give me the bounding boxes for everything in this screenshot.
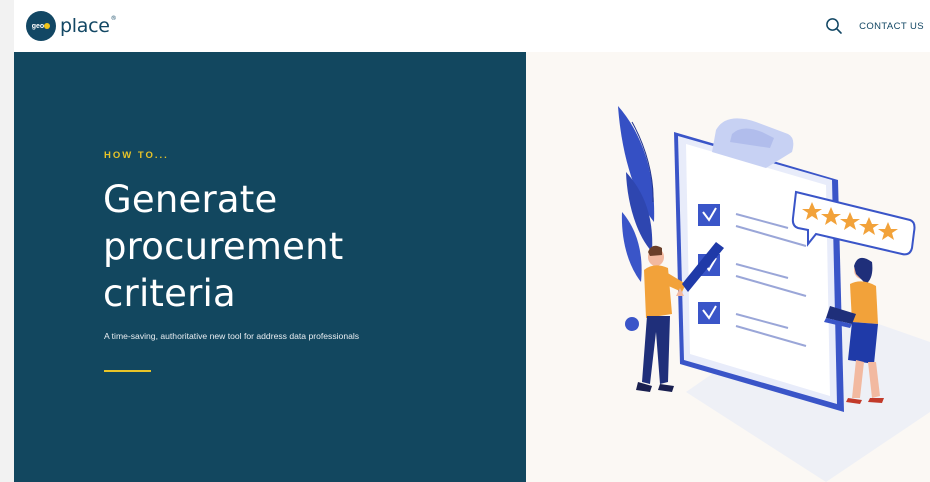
headline-line-2: procurement [103,225,344,268]
logo-wordmark: place® [60,15,117,37]
hero-subtitle: A time-saving, authoritative new tool fo… [104,331,360,341]
site-header: geo place® CONTACT US [14,0,930,52]
contact-us-link[interactable]: CONTACT US [859,21,924,32]
clipboard-checklist-illustration [618,106,930,482]
hero-text-panel: HOW TO... Generate procurement criteria … [14,52,526,482]
headline-line-1: Generate [103,178,278,221]
logo-prefix: geo [31,22,45,30]
logo-badge: geo [26,11,56,41]
search-button[interactable] [823,15,845,37]
logo-registered-mark: ® [110,15,117,22]
page-frame: geo place® CONTACT US HOW TO... Generate… [0,0,930,482]
logo-dot-icon [44,23,50,29]
accent-divider [104,370,151,372]
geoplace-logo[interactable]: geo place® [26,11,117,41]
header-actions: CONTACT US [823,15,924,37]
logo-word-text: place [60,15,110,37]
hero-headline: Generate procurement criteria [103,176,483,317]
hero-kicker: HOW TO... [104,150,169,161]
search-icon [826,18,842,34]
hero-illustration-panel [526,52,930,482]
headline-line-3: criteria [103,272,236,315]
